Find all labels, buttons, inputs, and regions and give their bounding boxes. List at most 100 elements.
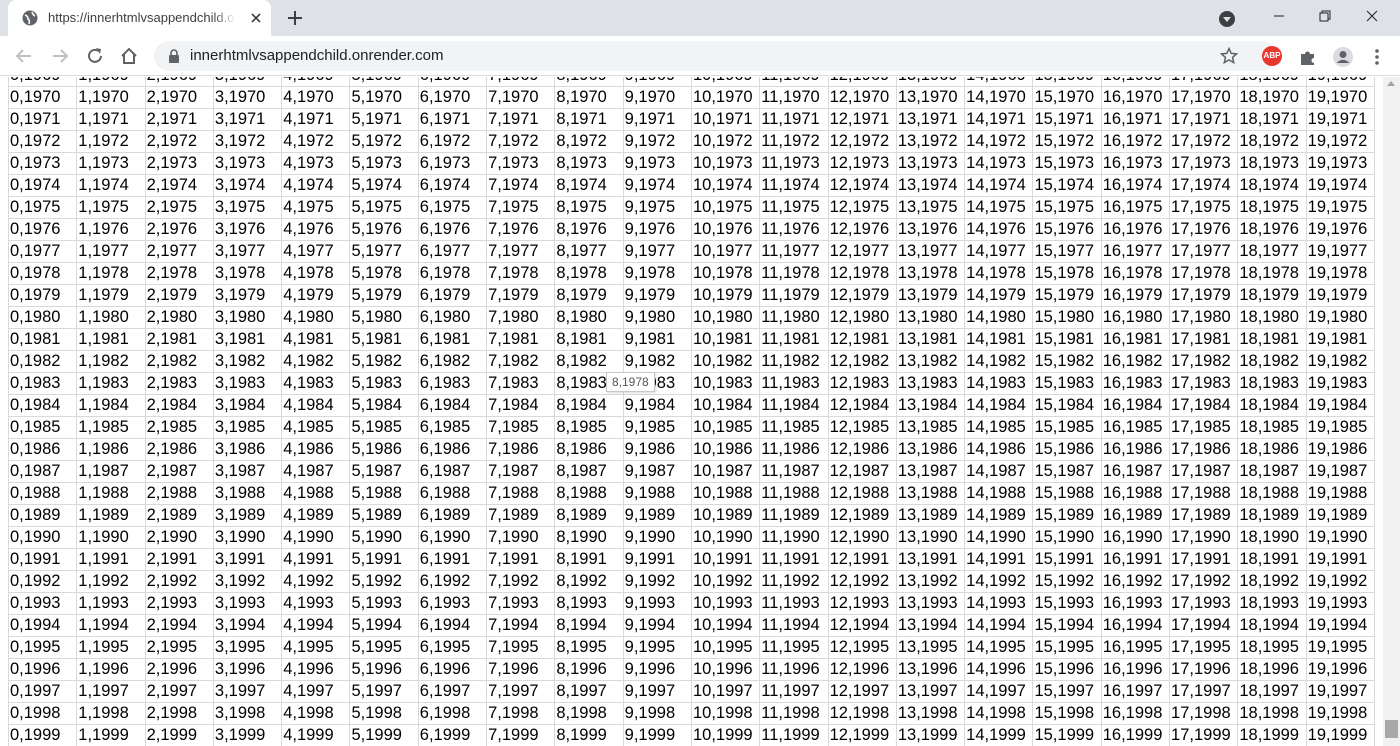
table-cell: 4,1984 (281, 394, 351, 417)
table-cell: 1,1999 (76, 724, 146, 746)
table-cell: 11,1989 (759, 504, 829, 527)
table-cell: 18,1970 (1237, 86, 1307, 109)
table-cell: 4,1973 (281, 152, 351, 175)
table-cell: 2,1978 (144, 262, 214, 285)
table-cell: 6,1994 (417, 614, 488, 637)
table-cell: 17,1978 (1169, 262, 1239, 285)
table-cell: 13,1989 (895, 504, 966, 527)
table-cell: 10,1978 (690, 262, 761, 285)
table-cell: 6,1971 (417, 108, 488, 131)
table-cell: 3,1985 (212, 416, 283, 439)
back-arrow-icon[interactable] (14, 46, 34, 66)
restore-button[interactable] (1302, 0, 1348, 30)
table-cell: 5,1976 (349, 218, 419, 241)
table-cell: 3,1972 (212, 130, 283, 153)
table-cell: 19,1987 (1305, 460, 1375, 483)
table-cell: 10,1973 (690, 152, 761, 175)
table-cell: 19,1977 (1305, 240, 1375, 263)
table-cell: 15,1980 (1032, 306, 1102, 329)
table-cell: 12,1989 (827, 504, 897, 527)
table-cell: 19,1978 (1305, 262, 1375, 285)
table-cell: 3,1997 (212, 680, 283, 703)
kebab-menu-icon[interactable] (1366, 46, 1388, 68)
scroll-up-arrow-icon[interactable] (1387, 81, 1395, 86)
table-cell: 10,1984 (690, 394, 761, 417)
table-cell: 13,1991 (895, 548, 966, 571)
close-window-button[interactable] (1349, 0, 1395, 30)
table-cell: 6,1983 (417, 372, 488, 395)
plus-icon[interactable] (286, 9, 304, 27)
table-cell: 7,1973 (486, 152, 556, 175)
table-cell: 14,1988 (964, 482, 1034, 505)
table-cell: 19,1982 (1305, 350, 1375, 373)
table-cell: 11,1980 (759, 306, 829, 329)
table-cell: 5,1990 (349, 526, 419, 549)
reload-icon[interactable] (85, 46, 105, 66)
table-cell: 11,1978 (759, 262, 829, 285)
table-cell: 15,1988 (1032, 482, 1102, 505)
table-cell: 2,1982 (144, 350, 214, 373)
table-cell: 19,1986 (1305, 438, 1375, 461)
tab-title: https://innerhtmlvsappendchild.o (48, 10, 235, 25)
table-cell: 11,1998 (759, 702, 829, 725)
table-cell: 4,1990 (281, 526, 351, 549)
table-cell: 14,1989 (964, 504, 1034, 527)
table-cell: 15,1984 (1032, 394, 1102, 417)
page-viewport: 0,19691,19692,19693,19694,19695,19696,19… (0, 77, 1383, 746)
vertical-scrollbar[interactable] (1383, 77, 1400, 746)
table-cell: 4,1979 (281, 284, 351, 307)
table-cell: 3,1983 (212, 372, 283, 395)
table-cell: 9,1985 (622, 416, 692, 439)
table-cell: 3,1980 (212, 306, 283, 329)
address-bar[interactable]: innerhtmlvsappendchild.onrender.com (154, 41, 1276, 71)
table-cell: 9,1973 (622, 152, 692, 175)
table-cell: 10,1974 (690, 174, 761, 197)
table-cell: 11,1981 (759, 328, 829, 351)
table-cell: 16,1973 (1100, 152, 1171, 175)
table-cell: 17,1992 (1169, 570, 1239, 593)
table-cell: 1,1975 (76, 196, 146, 219)
table-row: 0,1980 1,1980 2,1980 3,1980 4,1980 5,1980 6,19… (7, 306, 1375, 329)
table-cell: 13,1999 (895, 724, 966, 746)
close-icon[interactable] (248, 10, 264, 26)
table-cell: 15,1981 (1032, 328, 1102, 351)
puzzle-icon[interactable] (1297, 46, 1319, 68)
lock-icon[interactable] (168, 49, 180, 63)
table-cell: 9,1982 (622, 350, 692, 373)
chevron-down-circle-icon[interactable] (1218, 10, 1236, 28)
table-cell: 7,1982 (486, 350, 556, 373)
table-cell: 19,1994 (1305, 614, 1375, 637)
avatar-icon[interactable] (1332, 46, 1354, 68)
forward-arrow-icon[interactable] (50, 46, 70, 66)
minimize-button[interactable] (1256, 0, 1302, 30)
table-row: 0,1982 1,1982 2,1982 3,1982 4,1982 5,1982 6,19… (7, 350, 1375, 373)
table-cell: 6,1997 (417, 680, 488, 703)
url-text[interactable]: innerhtmlvsappendchild.onrender.com (190, 47, 443, 64)
table-cell: 2,1994 (144, 614, 214, 637)
table-cell: 9,1971 (622, 108, 692, 131)
table-cell: 6,1998 (417, 702, 488, 725)
table-cell: 8,1975 (554, 196, 624, 219)
scroll-thumb[interactable] (1385, 720, 1398, 738)
star-icon[interactable] (1220, 47, 1238, 65)
table-cell: 8,1973 (554, 152, 624, 175)
table-cell: 0,1987 (7, 460, 78, 483)
table-cell: 0,1980 (7, 306, 78, 329)
table-cell: 8,1991 (554, 548, 624, 571)
table-cell: 6,1982 (417, 350, 488, 373)
table-cell: 18,1976 (1237, 218, 1307, 241)
table-cell: 4,1983 (281, 372, 351, 395)
home-icon[interactable] (119, 46, 139, 66)
browser-tab[interactable]: https://innerhtmlvsappendchild.o (8, 0, 271, 36)
table-cell: 10,1998 (690, 702, 761, 725)
table-cell: 17,1971 (1169, 108, 1239, 131)
table-cell: 5,1982 (349, 350, 419, 373)
table-cell: 13,1983 (895, 372, 966, 395)
table-cell: 11,1970 (759, 86, 829, 109)
table-cell: 4,1977 (281, 240, 351, 263)
table-cell: 14,1986 (964, 438, 1034, 461)
table-cell: 11,1979 (759, 284, 829, 307)
table-cell: 12,1984 (827, 394, 897, 417)
table-cell: 14,1975 (964, 196, 1034, 219)
adblock-extension-icon[interactable]: ABP (1262, 46, 1282, 66)
